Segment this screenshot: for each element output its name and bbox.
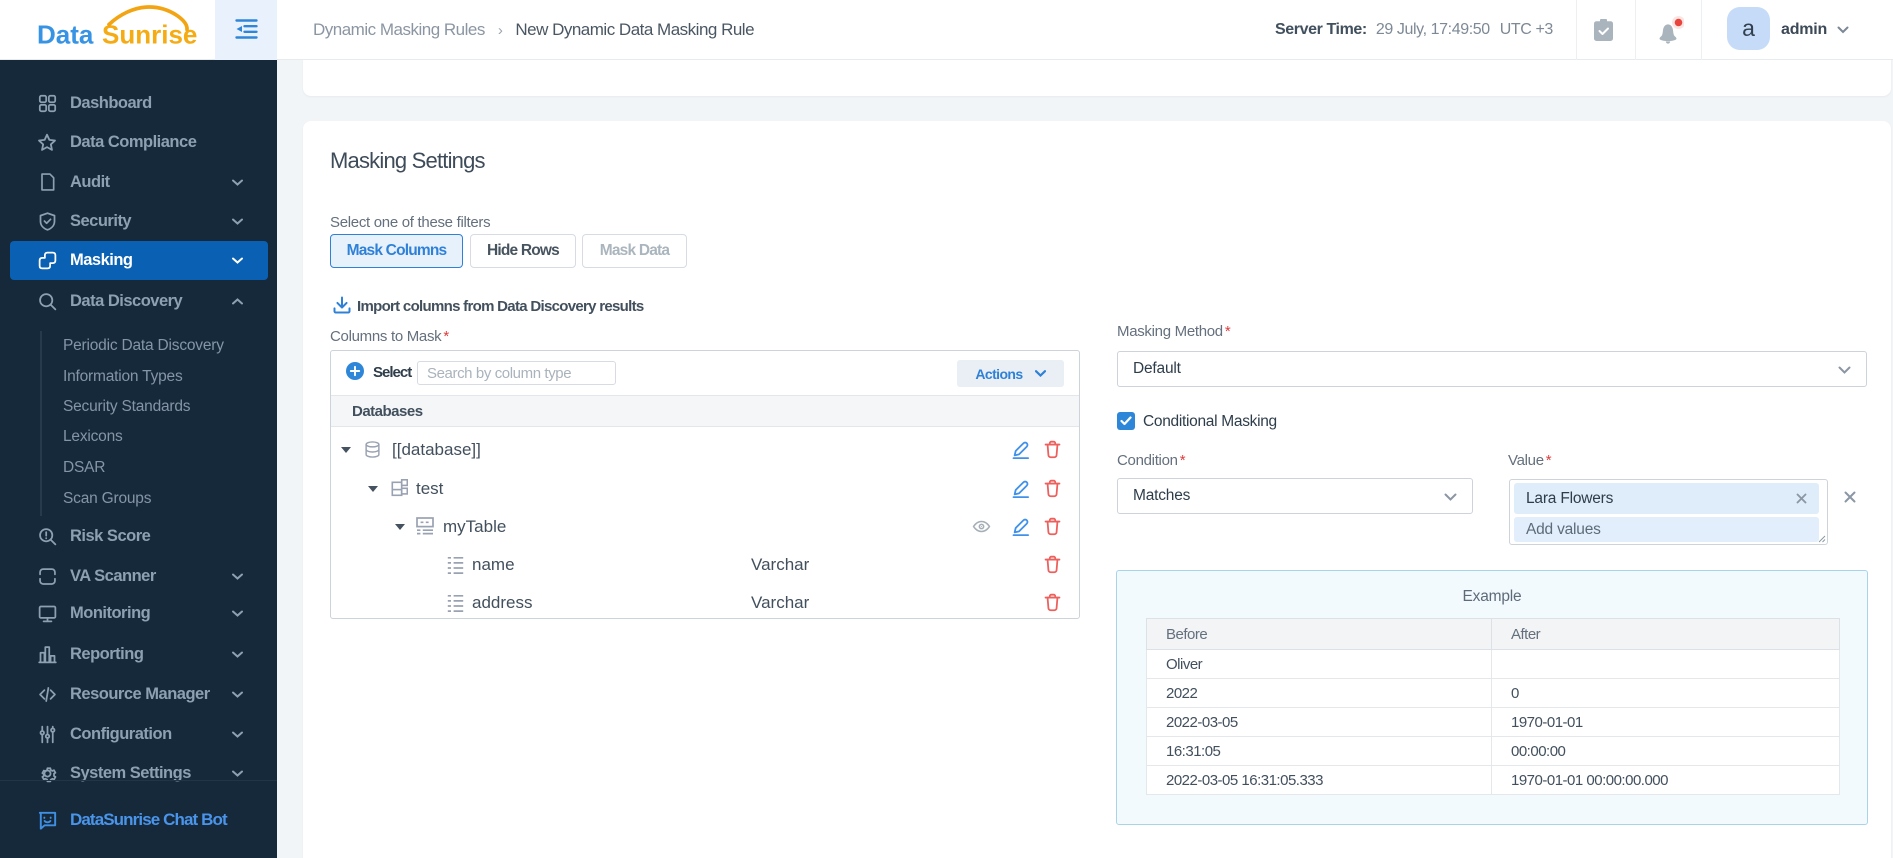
svg-text:Data: Data [37, 20, 94, 50]
svg-text:Sunrise: Sunrise [102, 20, 197, 50]
